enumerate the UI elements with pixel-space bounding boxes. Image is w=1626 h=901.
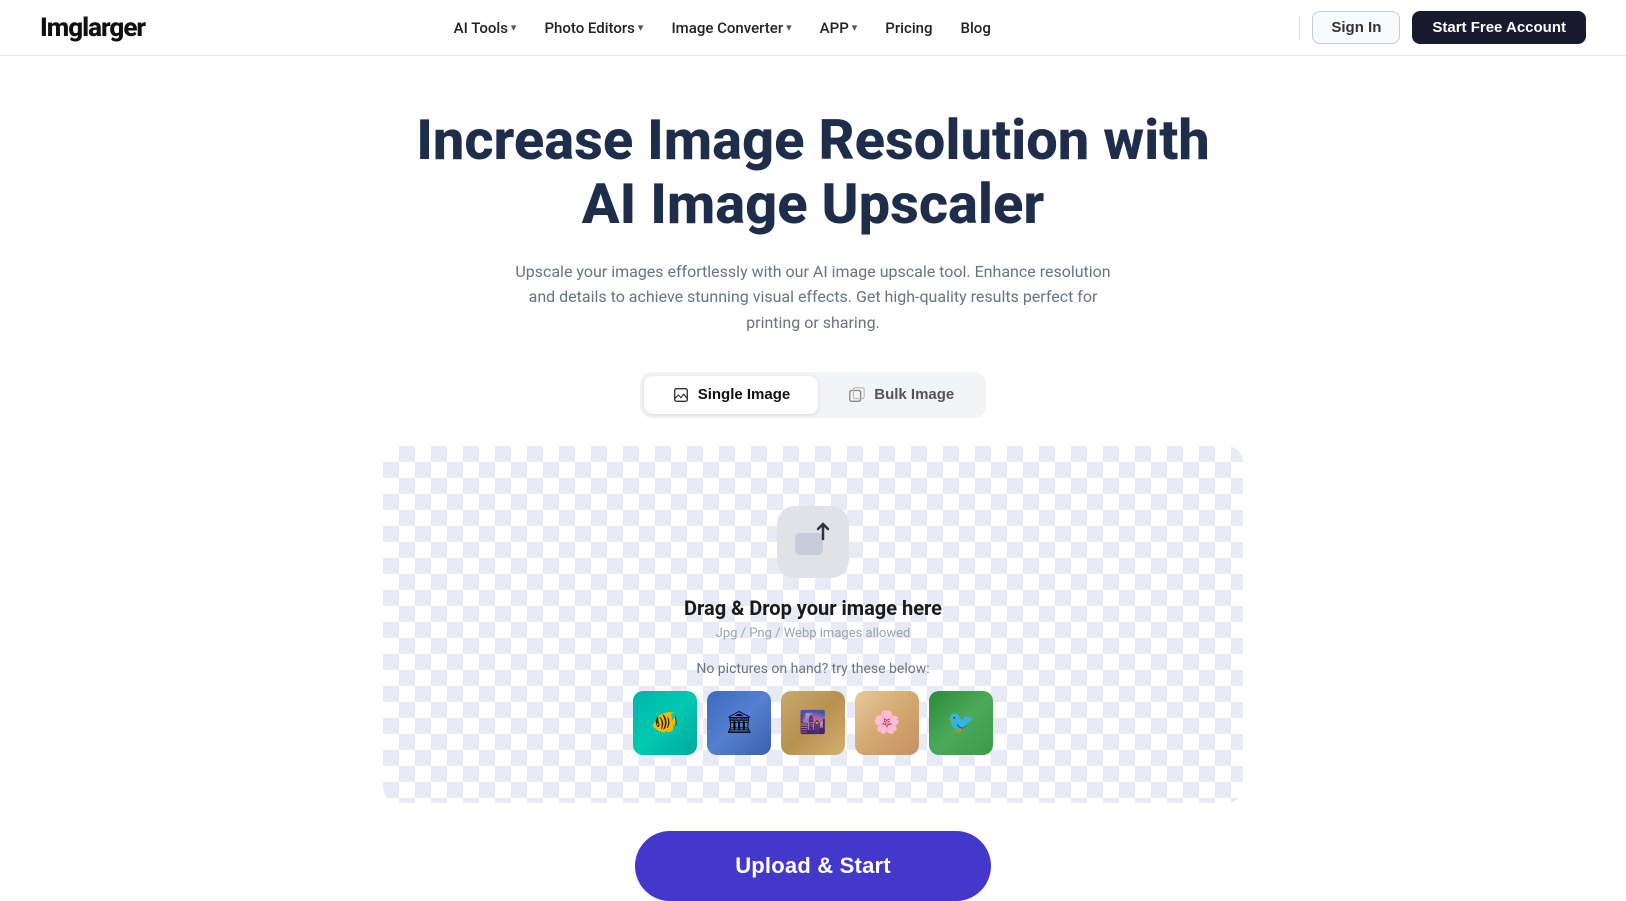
hero-subtitle: Upscale your images effortlessly with ou… — [503, 259, 1123, 336]
tab-single-image[interactable]: Single Image — [644, 376, 819, 414]
navbar: Imglarger AI Tools ▾ Photo Editors ▾ Ima… — [0, 0, 1626, 56]
nav-divider — [1299, 16, 1300, 40]
upload-icon-container — [777, 506, 849, 578]
drag-drop-title: Drag & Drop your image here — [684, 596, 942, 620]
upload-icon — [792, 521, 834, 563]
allowed-formats: Jpg / Png / Webp images allowed — [716, 626, 911, 641]
chevron-down-icon: ▾ — [852, 21, 858, 34]
single-image-icon — [672, 386, 690, 404]
main-content: Increase Image Resolution with AI Image … — [0, 56, 1626, 901]
signin-button[interactable]: Sign In — [1312, 11, 1400, 44]
sample-image-city[interactable] — [781, 691, 845, 755]
hero-title: Increase Image Resolution with AI Image … — [403, 108, 1223, 237]
sample-image-bird[interactable] — [929, 691, 993, 755]
navbar-actions: Sign In Start Free Account — [1299, 11, 1586, 44]
main-nav: AI Tools ▾ Photo Editors ▾ Image Convert… — [442, 13, 1003, 43]
nav-item-photo-editors[interactable]: Photo Editors ▾ — [532, 13, 655, 43]
sample-image-tower[interactable] — [707, 691, 771, 755]
chevron-down-icon: ▾ — [786, 21, 792, 34]
brand-logo[interactable]: Imglarger — [40, 13, 145, 43]
start-free-button[interactable]: Start Free Account — [1412, 11, 1586, 44]
nav-item-image-converter[interactable]: Image Converter ▾ — [659, 13, 803, 43]
sample-image-flower[interactable] — [855, 691, 919, 755]
sample-images-row — [633, 691, 993, 755]
dropzone[interactable]: Drag & Drop your image here Jpg / Png / … — [383, 446, 1243, 803]
image-mode-tabs: Single Image Bulk Image — [640, 372, 987, 418]
no-pictures-text: No pictures on hand? try these below: — [696, 661, 929, 677]
nav-item-pricing[interactable]: Pricing — [873, 13, 944, 43]
nav-item-app[interactable]: APP ▾ — [808, 13, 870, 43]
upload-start-button[interactable]: Upload & Start — [635, 831, 991, 901]
nav-item-blog[interactable]: Blog — [949, 13, 1003, 43]
hero-section: Increase Image Resolution with AI Image … — [0, 56, 1626, 901]
sample-image-fish[interactable] — [633, 691, 697, 755]
chevron-down-icon: ▾ — [511, 21, 517, 34]
tab-bulk-image[interactable]: Bulk Image — [820, 376, 982, 414]
bulk-image-icon — [848, 386, 866, 404]
nav-item-ai-tools[interactable]: AI Tools ▾ — [442, 13, 529, 43]
chevron-down-icon: ▾ — [638, 21, 644, 34]
